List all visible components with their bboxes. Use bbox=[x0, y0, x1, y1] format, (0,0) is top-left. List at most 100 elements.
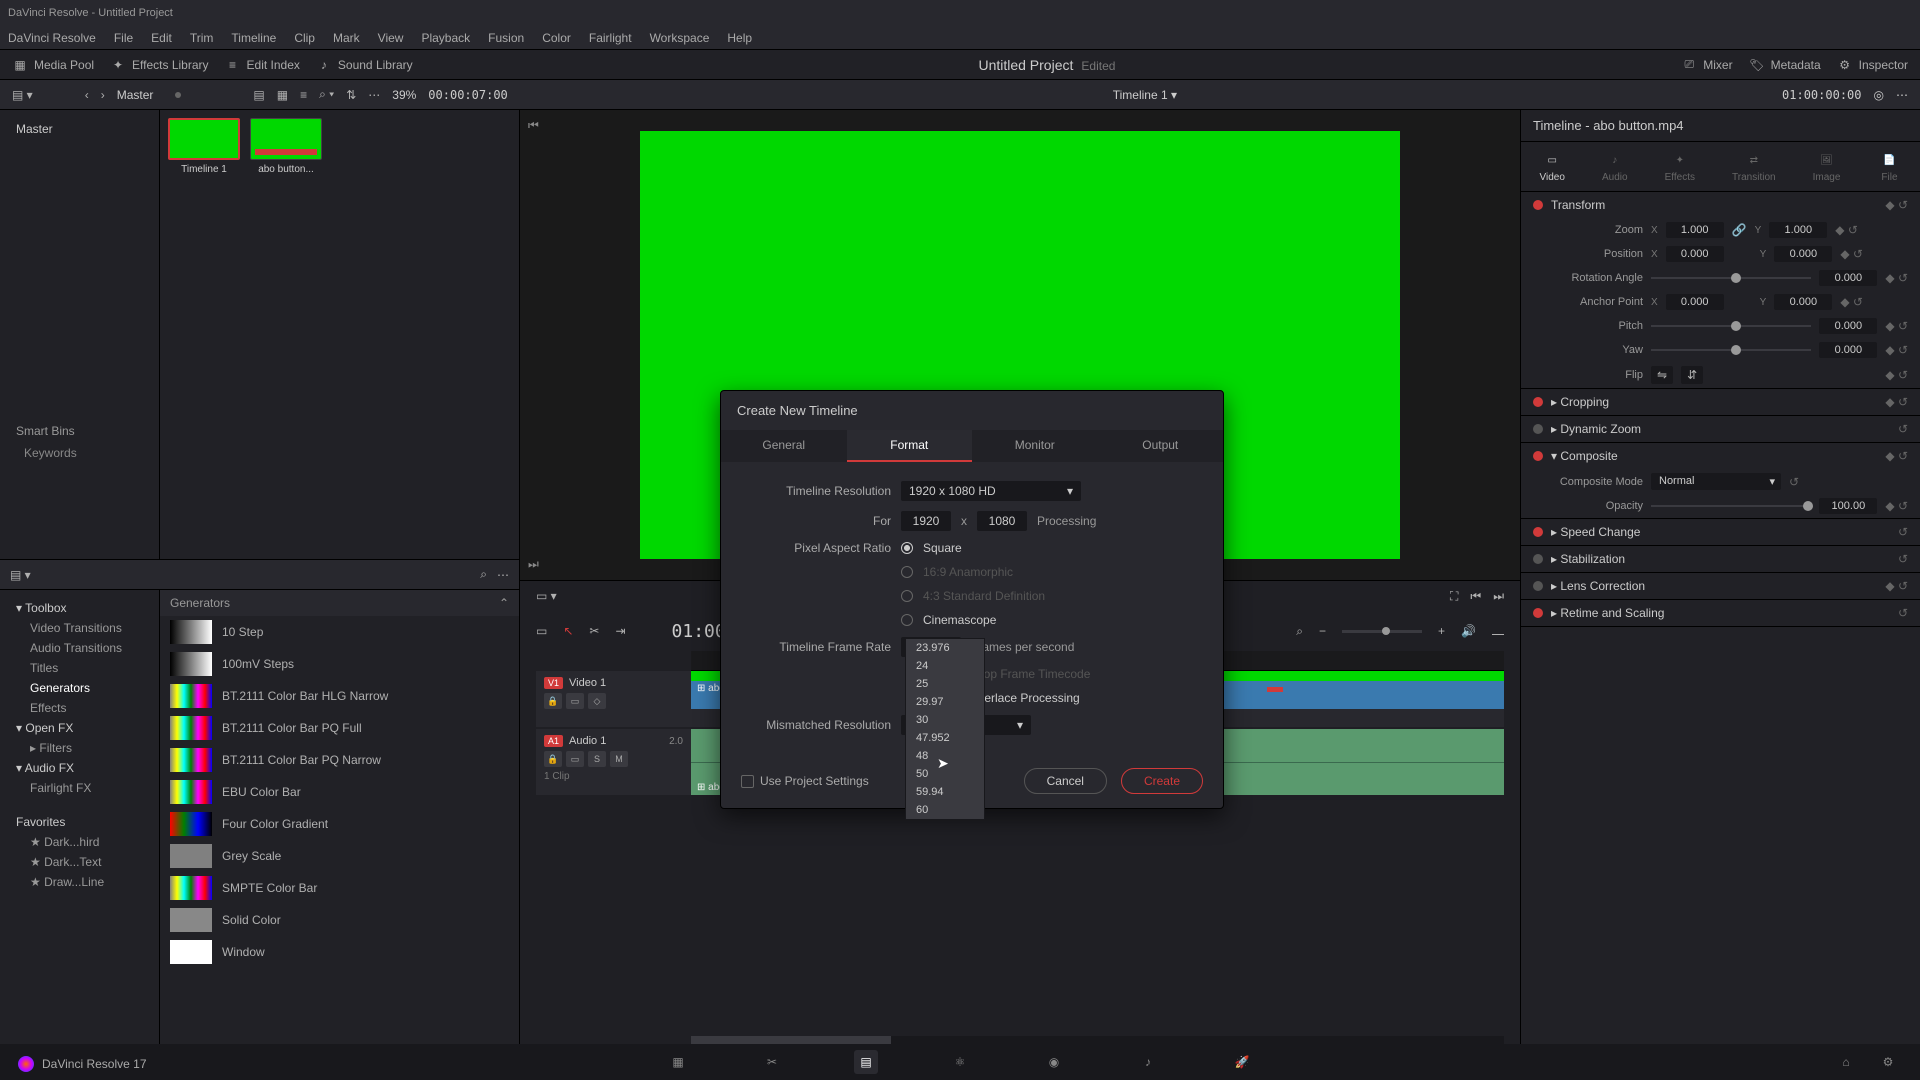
par-cinemascope-radio[interactable] bbox=[901, 614, 913, 626]
menu-playback[interactable]: Playback bbox=[421, 31, 470, 45]
height-input[interactable]: 1080 bbox=[977, 511, 1027, 531]
opacity-val[interactable]: 100.00 bbox=[1819, 498, 1877, 514]
fps-option[interactable]: 29.97 bbox=[906, 693, 984, 711]
a-track-lock[interactable]: 🔒 bbox=[544, 751, 562, 767]
menu-help[interactable]: Help bbox=[727, 31, 752, 45]
yaw-val[interactable]: 0.000 bbox=[1819, 342, 1877, 358]
fps-option[interactable]: 60 bbox=[906, 801, 984, 819]
viewer-last-frame[interactable]: ⏭ bbox=[528, 557, 539, 572]
mixer-button[interactable]: ⎚Mixer bbox=[1681, 57, 1732, 73]
nav-forward[interactable]: › bbox=[101, 88, 105, 102]
opacity-slider[interactable] bbox=[1651, 505, 1811, 507]
generator-item[interactable]: Grey Scale bbox=[160, 840, 519, 872]
audio-transitions[interactable]: Audio Transitions bbox=[8, 638, 151, 658]
view-thumbnail[interactable]: ▦ bbox=[277, 88, 288, 102]
generator-item[interactable]: SMPTE Color Bar bbox=[160, 872, 519, 904]
generator-item[interactable]: BT.2111 Color Bar PQ Narrow bbox=[160, 744, 519, 776]
titles[interactable]: Titles bbox=[8, 658, 151, 678]
lens-correction-section[interactable]: ▸ Lens Correction◆ ↺ bbox=[1521, 573, 1920, 599]
pitch-slider[interactable] bbox=[1651, 325, 1811, 327]
audiofx-group[interactable]: ▾ Audio FX bbox=[8, 758, 151, 778]
timeline-scrollbar[interactable] bbox=[691, 1036, 1504, 1044]
link-icon[interactable]: 🔗 bbox=[1732, 223, 1747, 237]
tl-arrow-tool[interactable]: ↖ bbox=[563, 624, 573, 638]
inspector-tab-video[interactable]: ▭Video bbox=[1540, 150, 1565, 183]
inspector-tab-transition[interactable]: ⇄Transition bbox=[1732, 150, 1776, 183]
inspector-tab-image[interactable]: 🖼Image bbox=[1813, 150, 1841, 183]
fx-more-icon[interactable]: ⋯ bbox=[497, 568, 509, 582]
fps-option[interactable]: 25 bbox=[906, 675, 984, 693]
viewer-first-frame[interactable]: ⏮ bbox=[528, 118, 539, 133]
a-track-mute[interactable]: M bbox=[610, 751, 628, 767]
openfx-group[interactable]: ▾ Open FX bbox=[8, 718, 151, 738]
view-metadata[interactable]: ▤ bbox=[253, 88, 264, 102]
filters[interactable]: ▸ Filters bbox=[8, 738, 151, 758]
menu-trim[interactable]: Trim bbox=[190, 31, 214, 45]
generator-item[interactable]: Four Color Gradient bbox=[160, 808, 519, 840]
par-anamorphic-radio[interactable] bbox=[901, 566, 913, 578]
color-page-tab[interactable]: ◉ bbox=[1042, 1050, 1066, 1074]
tl-full-extent[interactable]: ⛶ bbox=[1450, 589, 1458, 604]
use-project-settings-checkbox[interactable]: Use Project Settings bbox=[741, 774, 869, 788]
composite-section[interactable]: ▾ Composite◆ ↺ bbox=[1521, 443, 1920, 469]
fps-option[interactable]: 24 bbox=[906, 657, 984, 675]
inspector-button[interactable]: ⚙Inspector bbox=[1837, 57, 1908, 73]
fps-option[interactable]: 50 bbox=[906, 765, 984, 783]
audio-track-header[interactable]: A1Audio 12.0 🔒▭SM 1 Clip bbox=[536, 729, 691, 795]
flip-h[interactable]: ⇋ bbox=[1651, 366, 1673, 384]
dialog-tab-output[interactable]: Output bbox=[1098, 430, 1224, 462]
generator-item[interactable]: 10 Step bbox=[160, 616, 519, 648]
fairlight-page-tab[interactable]: ♪ bbox=[1136, 1050, 1160, 1074]
width-input[interactable]: 1920 bbox=[901, 511, 951, 531]
tl-insert-tool[interactable]: ⇥ bbox=[615, 624, 625, 638]
menu-workspace[interactable]: Workspace bbox=[650, 31, 710, 45]
fps-option[interactable]: 23.976 bbox=[906, 639, 984, 657]
pitch-val[interactable]: 0.000 bbox=[1819, 318, 1877, 334]
speed-change-section[interactable]: ▸ Speed Change↺ bbox=[1521, 519, 1920, 545]
menu-clip[interactable]: Clip bbox=[294, 31, 315, 45]
pos-x[interactable]: 0.000 bbox=[1666, 246, 1724, 262]
media-pool-button[interactable]: ▦Media Pool bbox=[12, 57, 94, 73]
metadata-button[interactable]: 🏷Metadata bbox=[1749, 57, 1821, 73]
yaw-slider[interactable] bbox=[1651, 349, 1811, 351]
cropping-section[interactable]: ▸ Cropping◆ ↺ bbox=[1521, 389, 1920, 415]
resolution-dropdown[interactable]: 1920 x 1080 HD▾ bbox=[901, 481, 1081, 501]
generator-item[interactable]: Solid Color bbox=[160, 904, 519, 936]
dialog-tab-monitor[interactable]: Monitor bbox=[972, 430, 1098, 462]
viewer-more[interactable]: ⋯ bbox=[1896, 88, 1908, 102]
menu-edit[interactable]: Edit bbox=[151, 31, 172, 45]
fx-panel-dropdown[interactable]: ▤ ▾ bbox=[10, 568, 31, 582]
menu-file[interactable]: File bbox=[114, 31, 133, 45]
media-thumb-timeline1[interactable]: Timeline 1 bbox=[168, 118, 240, 175]
generator-item[interactable]: 100mV Steps bbox=[160, 648, 519, 680]
rotation-slider[interactable] bbox=[1651, 277, 1811, 279]
rotation-val[interactable]: 0.000 bbox=[1819, 270, 1877, 286]
video-transitions[interactable]: Video Transitions bbox=[8, 618, 151, 638]
fps-option[interactable]: 59.94 bbox=[906, 783, 984, 801]
media-page-tab[interactable]: ▦ bbox=[666, 1050, 690, 1074]
view-list[interactable]: ≡ bbox=[300, 88, 307, 102]
cancel-button[interactable]: Cancel bbox=[1024, 768, 1107, 794]
fav-2[interactable]: ★ Dark...Text bbox=[8, 852, 151, 872]
track-enable[interactable]: ▭ bbox=[566, 693, 584, 709]
more-icon[interactable]: ⋯ bbox=[368, 88, 380, 102]
par-43-radio[interactable] bbox=[901, 590, 913, 602]
menu-timeline[interactable]: Timeline bbox=[231, 31, 276, 45]
zoom-y[interactable]: 1.000 bbox=[1769, 222, 1827, 238]
sound-library-button[interactable]: ♪Sound Library bbox=[316, 57, 413, 73]
toolbox-group[interactable]: ▾ Toolbox bbox=[8, 598, 151, 618]
composite-mode[interactable]: Normal ▾ bbox=[1651, 473, 1781, 490]
dialog-tab-format[interactable]: Format bbox=[847, 430, 973, 462]
fps-option[interactable]: 47.952 bbox=[906, 729, 984, 747]
create-button[interactable]: Create bbox=[1121, 768, 1203, 794]
tl-blade-tool[interactable]: ✂ bbox=[589, 624, 599, 638]
inspector-tab-audio[interactable]: ♪Audio bbox=[1602, 150, 1628, 183]
anchor-x[interactable]: 0.000 bbox=[1666, 294, 1724, 310]
smart-bins-label[interactable]: Smart Bins bbox=[8, 420, 151, 442]
fps-option[interactable]: 30 bbox=[906, 711, 984, 729]
stabilization-section[interactable]: ▸ Stabilization↺ bbox=[1521, 546, 1920, 572]
generators[interactable]: Generators bbox=[8, 678, 151, 698]
tl-view-opts[interactable]: ▭ ▾ bbox=[536, 589, 557, 603]
retime-section[interactable]: ▸ Retime and Scaling↺ bbox=[1521, 600, 1920, 626]
media-thumb-abo[interactable]: abo button... bbox=[250, 118, 322, 175]
